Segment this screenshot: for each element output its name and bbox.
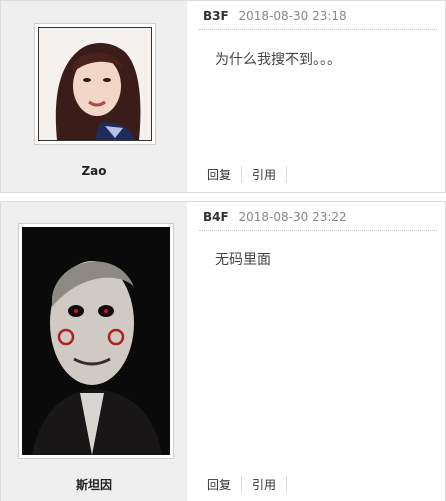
post-body-text: 无码里面 [215,252,271,268]
post-timestamp: 2018-08-30 23:18 [238,9,347,23]
quote-button[interactable]: 引用 [242,476,288,493]
avatar-image [22,227,170,455]
post-author-sidebar: 斯坦因 [1,202,187,501]
post-actions: 回复 引用 [203,166,288,183]
avatar[interactable] [34,23,156,145]
forum-post: 斯坦因 B4F 2018-08-30 23:22 无码里面 回复 引用 [0,201,446,501]
post-username[interactable]: 斯坦因 [1,476,187,493]
meta-divider [199,230,437,231]
forum-post: Zao B3F 2018-08-30 23:18 为什么我搜不到。。。 回复 引… [0,0,446,193]
post-floor-number: B3F [203,9,229,23]
reply-button[interactable]: 回复 [203,166,243,183]
reply-button[interactable]: 回复 [203,476,243,493]
post-content-area: B3F 2018-08-30 23:18 为什么我搜不到。。。 回复 引用 [191,1,445,192]
avatar-image [38,27,152,141]
post-content-area: B4F 2018-08-30 23:22 无码里面 回复 引用 [191,202,445,501]
post-username[interactable]: Zao [1,164,187,178]
post-body-text: 为什么我搜不到。。。 [215,52,341,68]
quote-button[interactable]: 引用 [242,166,288,183]
post-meta: B4F 2018-08-30 23:22 [203,210,347,224]
post-actions: 回复 引用 [203,476,288,493]
post-author-sidebar: Zao [1,1,187,192]
avatar[interactable] [18,223,174,459]
post-floor-number: B4F [203,210,229,224]
post-timestamp: 2018-08-30 23:22 [238,210,347,224]
meta-divider [199,29,437,30]
post-meta: B3F 2018-08-30 23:18 [203,9,347,23]
